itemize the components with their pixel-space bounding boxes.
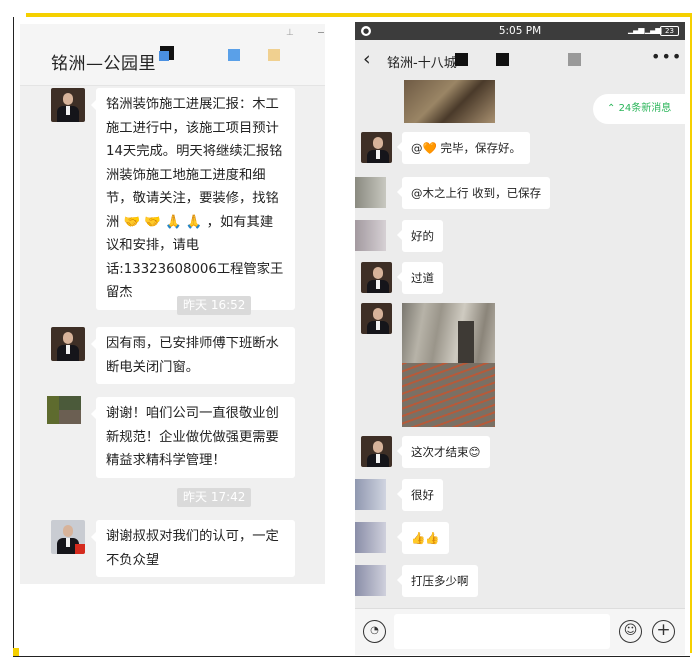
plus-icon[interactable]: +	[652, 620, 675, 643]
avatar[interactable]	[361, 303, 392, 334]
status-bar: ● 5:05 PM ▁▃▅ ▁▃▅ 23	[355, 22, 685, 40]
message-bubble: 过道	[397, 262, 443, 294]
pin-icon[interactable]: ⊥	[286, 28, 296, 38]
avatar[interactable]	[51, 520, 85, 554]
yellow-corner	[13, 648, 19, 656]
battery-icon: 23	[660, 26, 679, 36]
voice-icon[interactable]: ◔	[363, 620, 386, 643]
new-messages-label: 24条新消息	[618, 103, 672, 114]
message-bubble: 谢谢叔叔对我们的认可，一定不负众望	[91, 520, 295, 577]
left-chat-window: 铭洲—公园里 ⊥ 铭洲装饰施工进展汇报：木工施工进行中，该施工项目预计14天完成…	[20, 24, 325, 584]
avatar[interactable]	[361, 262, 392, 293]
message-bubble: 铭洲装饰施工进展汇报：木工施工进行中，该施工项目预计14天完成。明天将继续汇报铭…	[91, 88, 295, 310]
right-chat-window: ● 5:05 PM ▁▃▅ ▁▃▅ 23 ‹ 铭洲-十八城 ••• ⌃ 24条新…	[355, 22, 685, 655]
input-bar: ◔ ☺ +	[355, 608, 685, 655]
redacted-block	[268, 49, 280, 61]
yellow-border-right	[690, 13, 692, 653]
message-bubble: 打压多少啊	[397, 565, 478, 597]
message-bubble: 谢谢！咱们公司一直很敬业创新规范！企业做优做强更需要精益求精科学管理！	[91, 397, 295, 478]
message-bubble: @🧡 完毕，保存好。	[397, 132, 530, 164]
message-bubble: 很好	[397, 479, 443, 511]
timestamp: 昨天 17:42	[177, 488, 252, 507]
right-chat-header: ‹ 铭洲-十八城 •••	[355, 40, 685, 80]
redacted-block	[228, 49, 240, 61]
more-icon[interactable]: •••	[651, 47, 682, 66]
message-bubble: @木之上行 收到，已保存	[396, 177, 551, 209]
border-left	[13, 17, 14, 657]
avatar[interactable]	[355, 479, 386, 510]
avatar[interactable]	[361, 436, 392, 467]
yellow-border-top	[26, 13, 690, 17]
avatar[interactable]	[355, 565, 386, 596]
redacted-block	[455, 53, 468, 66]
message-bubble: 👍👍	[397, 522, 449, 554]
message-bubble: 这次才结束😊	[397, 436, 490, 468]
emoji-icon[interactable]: ☺	[619, 620, 642, 643]
avatar[interactable]	[355, 522, 386, 553]
message-bubble: 因有雨，已安排师傅下班断水断电关闭门窗。	[91, 327, 295, 384]
chat-title: 铭洲—公园里	[51, 54, 156, 74]
back-icon[interactable]: ‹	[363, 47, 371, 71]
avatar[interactable]	[355, 220, 386, 251]
redacted-block	[568, 53, 581, 66]
avatar[interactable]	[355, 177, 386, 208]
border-bottom	[13, 656, 690, 657]
avatar[interactable]	[361, 132, 392, 163]
message-bubble: 好的	[397, 220, 443, 252]
message-input[interactable]	[394, 614, 610, 649]
signal-icon: ▁▃▅ ▁▃▅	[628, 25, 661, 34]
redacted-block	[159, 51, 169, 61]
chat-photo[interactable]	[404, 80, 495, 123]
chat-title: 铭洲-十八城	[387, 56, 457, 71]
redacted-block	[496, 53, 509, 66]
left-chat-header: 铭洲—公园里 ⊥	[20, 24, 325, 86]
minimize-icon[interactable]	[318, 32, 324, 33]
chat-photo[interactable]	[402, 303, 495, 427]
avatar[interactable]	[51, 327, 85, 361]
timestamp: 昨天 16:52	[177, 296, 252, 315]
new-messages-pill[interactable]: ⌃ 24条新消息	[593, 94, 685, 124]
avatar[interactable]	[51, 88, 85, 122]
screenshot-frame: 铭洲—公园里 ⊥ 铭洲装饰施工进展汇报：木工施工进行中，该施工项目预计14天完成…	[0, 0, 699, 664]
avatar[interactable]	[47, 396, 81, 424]
